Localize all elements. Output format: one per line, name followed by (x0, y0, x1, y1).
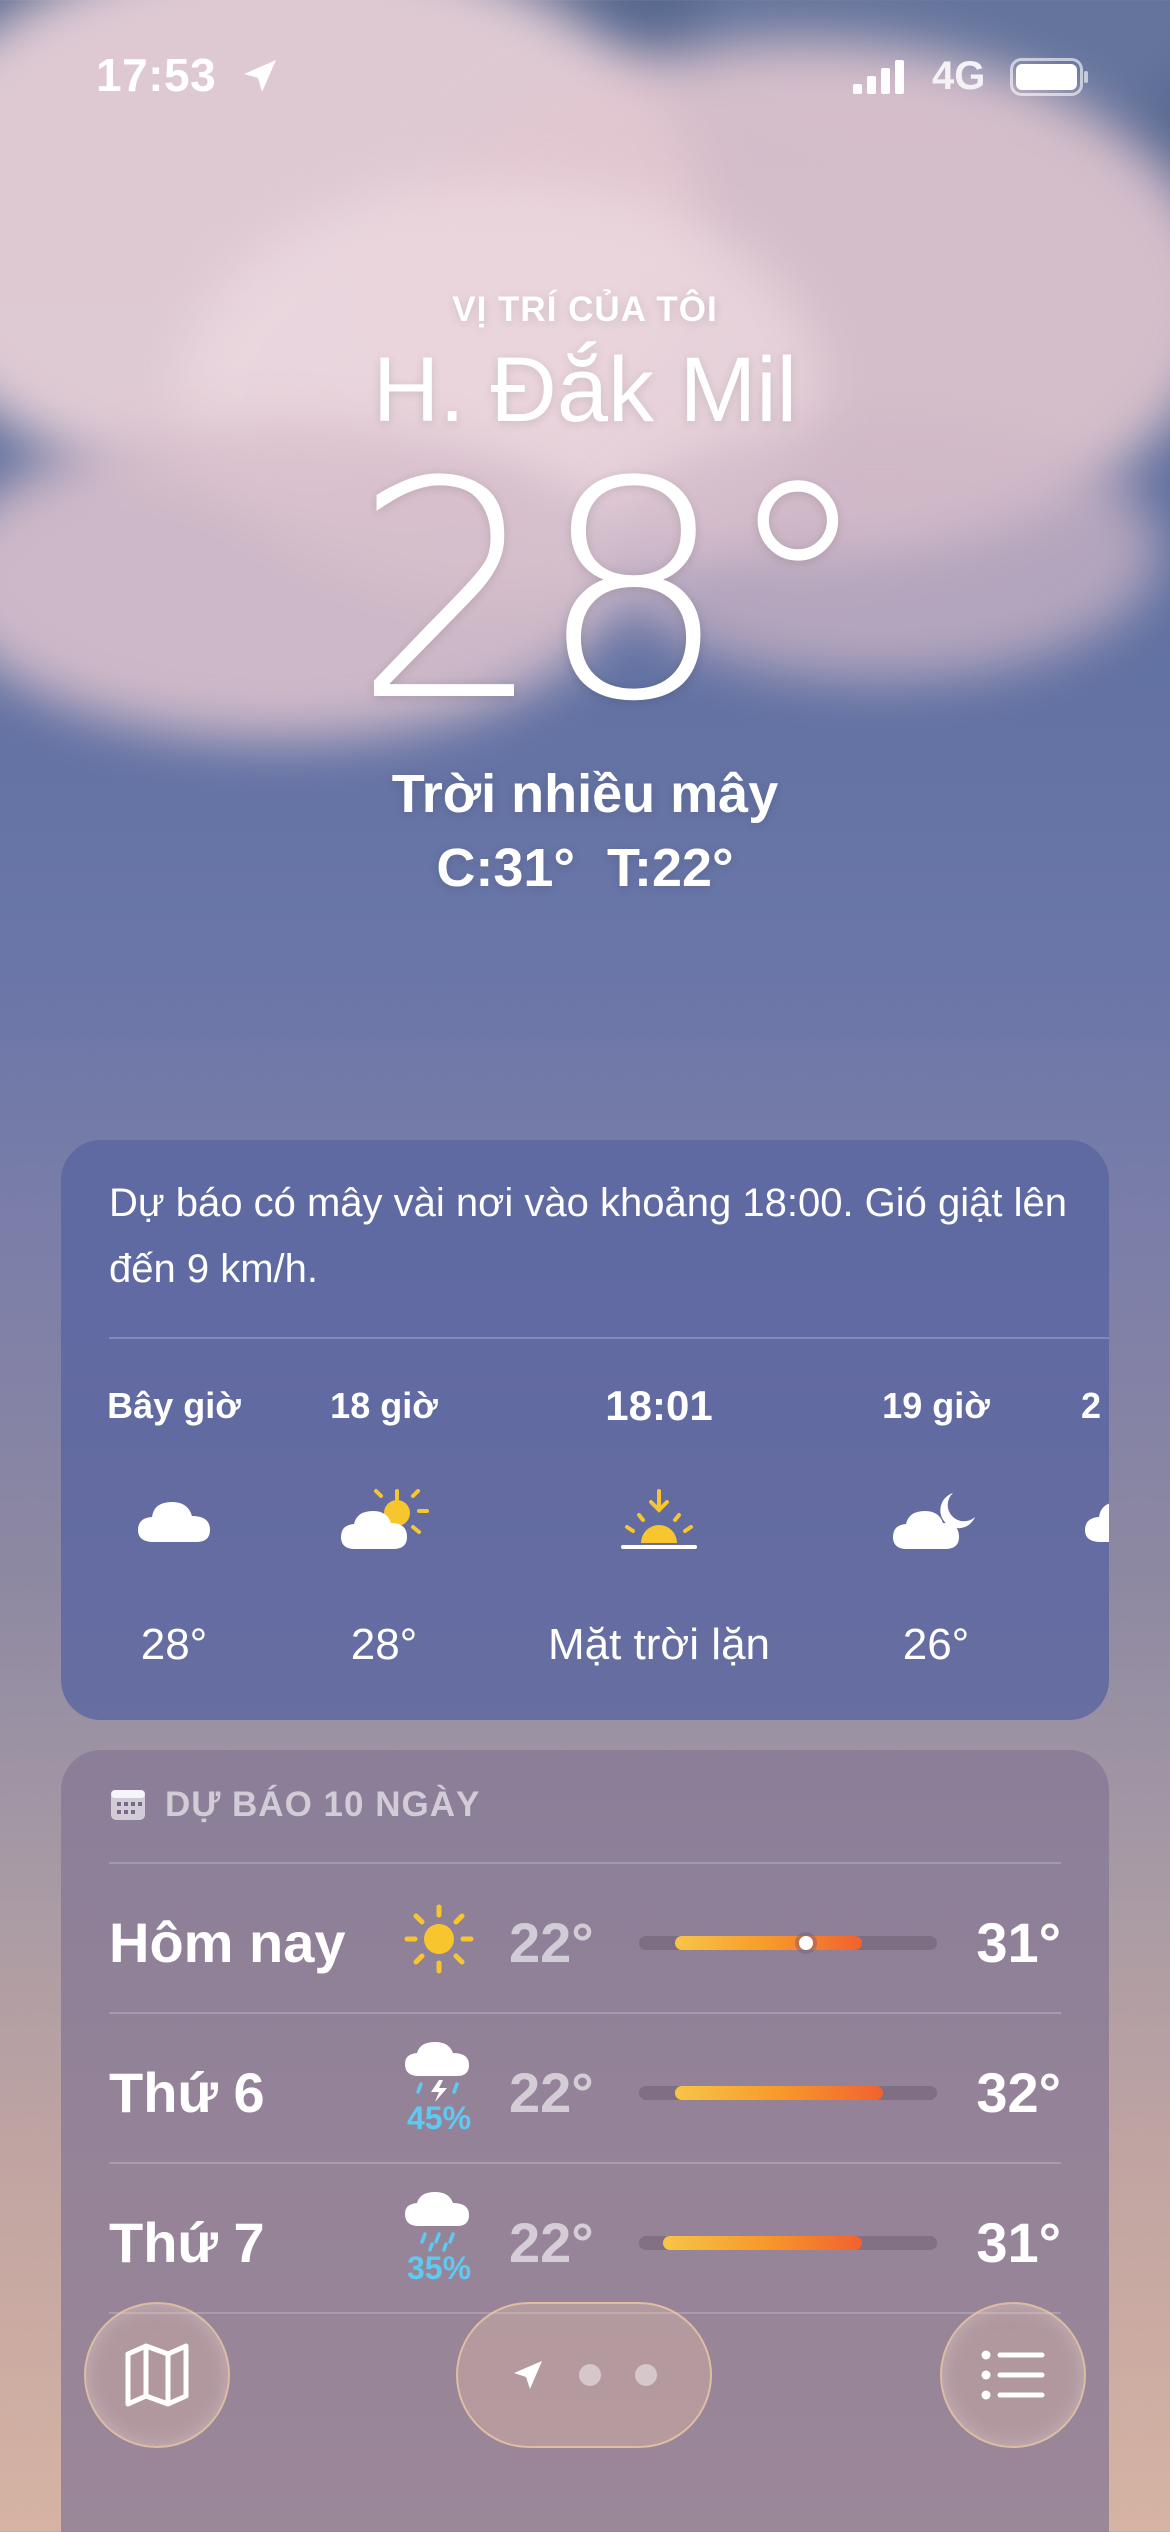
network-type: 4G (932, 54, 986, 98)
hour-label: 2 (1081, 1385, 1102, 1426)
precip-chance: 45% (406, 2100, 472, 2136)
sunset-label: Mặt trời lặn (547, 1620, 771, 1669)
day-label: Thứ 7 (109, 2211, 265, 2274)
day-label: Thứ 6 (109, 2061, 265, 2124)
page-dot[interactable] (579, 2364, 601, 2386)
status-bar: 17:53 4G (0, 0, 1170, 150)
location-list-button[interactable] (940, 2302, 1086, 2448)
current-location-icon (514, 2361, 542, 2389)
hour-label: Bây giờ (107, 1385, 241, 1426)
high-temp: C:31° (436, 838, 575, 898)
cellular-signal-icon (853, 60, 904, 94)
sun-icon (389, 1892, 489, 1992)
high-temp: 32° (976, 2061, 1061, 2124)
page-dot[interactable] (635, 2364, 657, 2386)
forecast-row[interactable]: Hôm nay 22° 31° (109, 1862, 1061, 2012)
high-temp: 31° (976, 2211, 1061, 2274)
hour-item[interactable]: 18 giờ 28° (309, 1376, 459, 1670)
hour-label: 19 giờ (882, 1385, 990, 1426)
low-temp: T:22° (606, 838, 734, 898)
current-weather: VỊ TRÍ CỦA TÔI H. Đắk Mil 28° Trời nhiều… (0, 290, 1170, 899)
status-time: 17:53 (96, 49, 217, 101)
temperature-range-bar (639, 2236, 937, 2250)
battery-icon (1010, 58, 1088, 96)
calendar-icon (111, 1790, 145, 1820)
low-temp: 22° (509, 2061, 594, 2124)
day-label: Hôm nay (109, 1911, 346, 1974)
rain-icon: 35% (389, 2192, 489, 2292)
ten-day-header: DỰ BÁO 10 NGÀY (109, 1780, 480, 1830)
map-icon (125, 2343, 189, 2407)
list-icon (981, 2350, 1045, 2400)
hour-label: 18:01 (605, 1382, 713, 1429)
hour-item[interactable]: 19 giờ 26° (861, 1376, 1011, 1670)
low-temp: 22° (509, 1911, 594, 1974)
cloud-moon-icon (861, 1472, 1011, 1572)
range-fill (674, 2086, 884, 2100)
partly-sunny-icon (309, 1472, 459, 1572)
page-indicator[interactable] (456, 2302, 712, 2448)
range-fill (674, 1936, 863, 1950)
low-temp: 22° (509, 2211, 594, 2274)
cloud-icon (99, 1472, 249, 1572)
my-location-label: VỊ TRÍ CỦA TÔI (452, 290, 718, 329)
current-temp-dot (798, 1936, 813, 1950)
temperature-range-bar (639, 2086, 937, 2100)
hour-item[interactable]: 2 (1081, 1376, 1109, 1620)
cloud-icon (1081, 1472, 1109, 1572)
temperature-range-bar (639, 1936, 937, 1950)
high-low: C:31° T:22° (0, 837, 1170, 899)
current-temperature: 28° (353, 418, 873, 767)
range-fill (662, 2236, 863, 2250)
hour-label: 18 giờ (330, 1385, 438, 1426)
forecast-summary: Dự báo có mây vài nơi vào khoảng 18:00. … (109, 1181, 1068, 1291)
sunset-icon (529, 1472, 789, 1572)
thunder-rain-icon: 45% (389, 2042, 489, 2142)
forecast-row[interactable]: Thứ 7 35% 22° 31° (109, 2162, 1061, 2312)
ten-day-title: DỰ BÁO 10 NGÀY (165, 1785, 481, 1824)
hour-temp: 26° (902, 1620, 970, 1669)
divider (109, 1337, 1109, 1339)
location-arrow-icon (244, 60, 276, 92)
precip-chance: 35% (406, 2250, 472, 2286)
high-temp: 31° (976, 1911, 1061, 1974)
hour-temp: 28° (140, 1620, 208, 1669)
hour-temp: 28° (350, 1620, 418, 1669)
map-button[interactable] (84, 2302, 230, 2448)
hourly-forecast-card[interactable]: Dự báo có mây vài nơi vào khoảng 18:00. … (61, 1140, 1109, 1720)
hour-item[interactable]: Bây giờ 28° (99, 1376, 249, 1670)
forecast-row[interactable]: Thứ 6 45% 22° 32° (109, 2012, 1061, 2162)
hour-item[interactable]: 18:01 Mặt trời lặn (529, 1376, 789, 1670)
condition-text: Trời nhiều mây (391, 764, 779, 824)
